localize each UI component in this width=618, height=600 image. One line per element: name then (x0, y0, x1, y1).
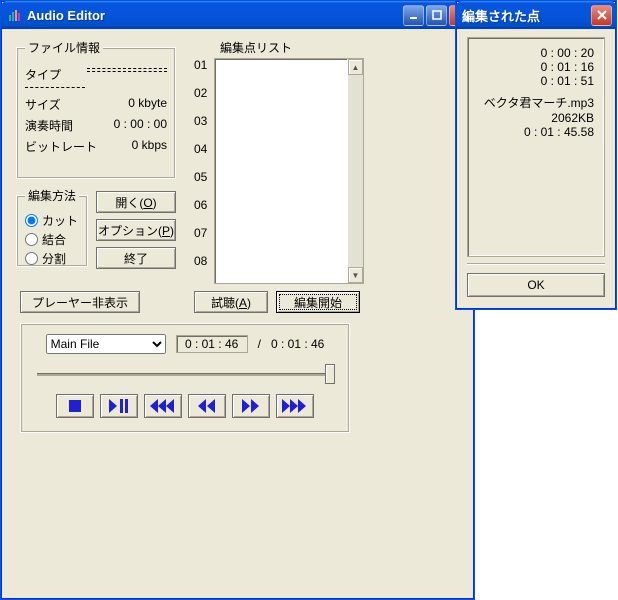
dialog-content: 0 : 00 : 20 0 : 01 : 16 0 : 01 : 51 ベクタ君… (467, 37, 605, 257)
bitrate-label: ビットレート (25, 138, 97, 155)
start-edit-button[interactable]: 編集開始 (276, 291, 360, 313)
app-icon (7, 7, 23, 23)
size-value: 0 kbyte (128, 96, 167, 113)
option-button[interactable]: オプション(P) (96, 219, 176, 241)
scroll-up-icon[interactable]: ▲ (348, 59, 363, 75)
edited-time: 0 : 01 : 16 (478, 60, 594, 74)
forward-fast-button[interactable] (276, 394, 314, 418)
duration-display: 0 : 01 : 46 (271, 337, 324, 351)
row-num: 02 (194, 86, 214, 114)
row-num: 06 (194, 198, 214, 226)
bitrate-value: 0 kbps (132, 138, 167, 155)
edited-time: 0 : 01 : 51 (478, 74, 594, 88)
hide-player-button[interactable]: プレーヤー非表示 (20, 291, 140, 313)
row-num: 08 (194, 254, 214, 282)
dialog-titlebar[interactable]: 編集された点 (456, 1, 616, 29)
radio-join[interactable]: 結合 (25, 231, 79, 248)
duration-label: 演奏時間 (25, 117, 73, 134)
main-title: Audio Editor (27, 8, 401, 23)
exit-button[interactable]: 終了 (96, 247, 176, 269)
play-pause-button[interactable] (100, 394, 138, 418)
editpoints-legend: 編集点リスト (220, 39, 364, 56)
editpoints-scrollbar[interactable]: ▲ ▼ (347, 59, 363, 283)
file-info-group: ファイル情報 タイプ サイズ 0 kbyte 演奏時間 0 : 00 : 00 … (16, 39, 176, 179)
rewind-fast-button[interactable] (144, 394, 182, 418)
maximize-button[interactable] (426, 5, 447, 26)
position-slider[interactable] (33, 366, 337, 382)
dialog-title: 編集された点 (462, 6, 589, 25)
file-select[interactable]: Main File (46, 334, 166, 354)
scroll-down-icon[interactable]: ▼ (348, 267, 363, 283)
dialog-window: 編集された点 0 : 00 : 20 0 : 01 : 16 0 : 01 : … (455, 0, 617, 310)
radio-cut[interactable]: カット (25, 212, 79, 229)
duration-value: 0 : 00 : 00 (114, 117, 167, 134)
position-display: 0 : 01 : 46 (176, 335, 248, 353)
size-label: サイズ (25, 96, 61, 113)
type-label: タイプ (25, 66, 61, 83)
edited-time: 0 : 00 : 20 (478, 46, 594, 60)
row-num: 03 (194, 114, 214, 142)
dialog-close-button[interactable] (591, 5, 612, 26)
rewind-button[interactable] (188, 394, 226, 418)
listen-button[interactable]: 試聴(A) (194, 291, 268, 313)
dialog-duration: 0 : 01 : 45.58 (478, 125, 594, 139)
edit-method-legend: 編集方法 (25, 187, 79, 204)
main-titlebar[interactable]: Audio Editor (1, 1, 474, 29)
minimize-button[interactable] (403, 5, 424, 26)
time-separator: / (258, 337, 261, 351)
row-num: 04 (194, 142, 214, 170)
row-num: 07 (194, 226, 214, 254)
main-window: Audio Editor ファイル情報 タイプ サイズ 0 kbyte (0, 0, 475, 600)
row-num: 05 (194, 170, 214, 198)
dialog-ok-button[interactable]: OK (467, 273, 605, 297)
edit-method-group: 編集方法 カット 結合 分割 (16, 187, 88, 267)
editpoints-list[interactable]: ▲ ▼ (214, 58, 364, 284)
row-num: 01 (194, 58, 214, 86)
open-button[interactable]: 開く(O) (96, 191, 176, 213)
file-info-legend: ファイル情報 (25, 39, 103, 56)
dialog-filename: ベクタ君マーチ.mp3 (478, 94, 594, 111)
radio-split[interactable]: 分割 (25, 250, 79, 267)
stop-button[interactable] (56, 394, 94, 418)
dialog-filesize: 2062KB (478, 111, 594, 125)
forward-button[interactable] (232, 394, 270, 418)
